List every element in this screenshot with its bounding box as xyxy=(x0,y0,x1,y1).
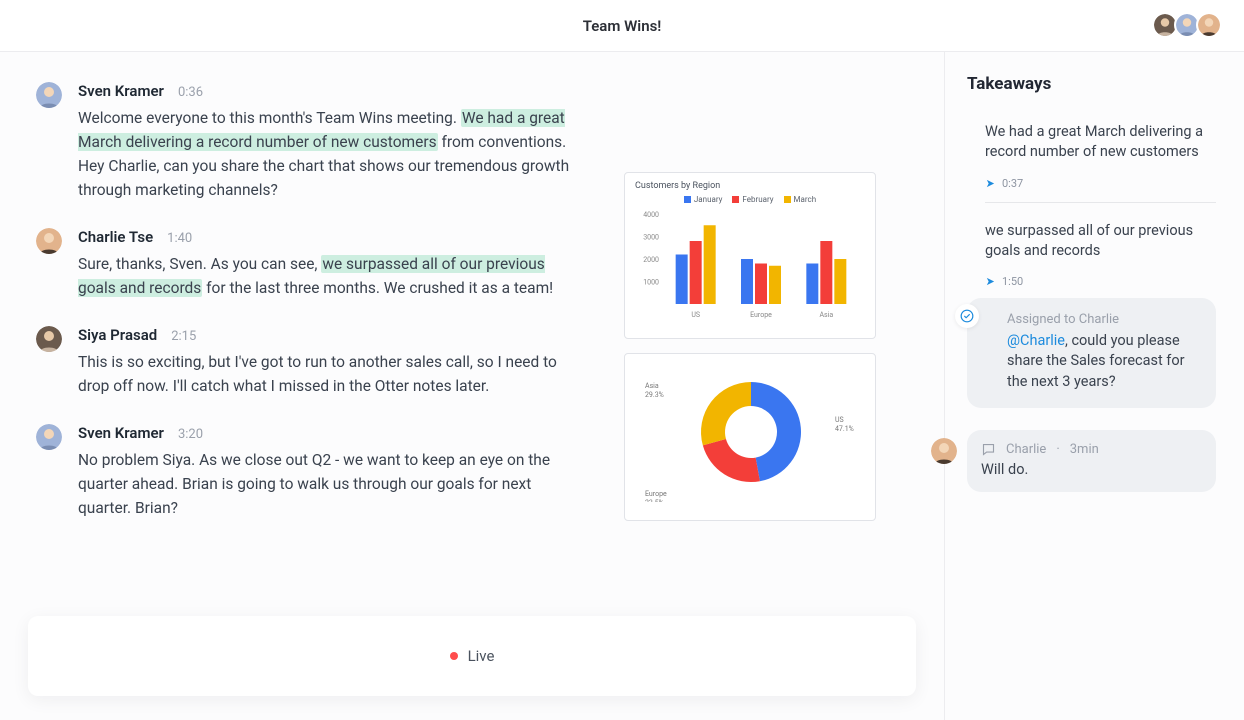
comment-icon xyxy=(981,442,996,457)
svg-text:2000: 2000 xyxy=(643,256,659,264)
record-dot-icon xyxy=(450,652,458,660)
svg-text:Europe: Europe xyxy=(750,311,772,319)
takeaway-meta[interactable]: 0:37 xyxy=(967,177,1216,190)
svg-text:4000: 4000 xyxy=(643,211,659,219)
avatar-charlie[interactable] xyxy=(1196,12,1222,38)
text-segment: for the last three months. We crushed it… xyxy=(202,279,553,297)
svg-text:1000: 1000 xyxy=(643,279,659,287)
timestamp[interactable]: 3:20 xyxy=(178,427,203,442)
donut-chart-card[interactable]: US47.1% Europe23.5% Asia29.3% xyxy=(624,353,876,521)
check-circle-icon xyxy=(955,304,979,328)
timestamp[interactable]: 2:15 xyxy=(171,329,196,344)
bar-chart: 1000 2000 3000 4000 US Europe Asia xyxy=(635,210,865,320)
takeaway-time: 0:37 xyxy=(1002,177,1023,190)
bar-chart-card[interactable]: Customers by Region January February March… xyxy=(624,172,876,339)
svg-text:47.1%: 47.1% xyxy=(835,425,854,433)
legend-swatch xyxy=(684,196,691,203)
speaker-avatar xyxy=(36,82,62,108)
timestamp[interactable]: 0:36 xyxy=(178,85,203,100)
text-segment: No problem Siya. As we close out Q2 - we… xyxy=(78,451,550,517)
mention[interactable]: @Charlie xyxy=(1007,332,1065,349)
takeaway-meta[interactable]: 1:50 xyxy=(967,275,1216,288)
legend-item: January xyxy=(684,195,723,204)
text-segment: This is so exciting, but I've got to run… xyxy=(78,353,557,395)
separator: · xyxy=(1056,442,1059,457)
legend-item: February xyxy=(732,195,773,204)
participant-avatars[interactable] xyxy=(1156,12,1222,38)
legend-item: March xyxy=(784,195,817,204)
legend-swatch xyxy=(784,196,791,203)
message-body: Welcome everyone to this month's Team Wi… xyxy=(78,106,578,202)
speaker-name: Sven Kramer xyxy=(78,82,164,100)
takeaway-text: we surpassed all of our previous goals a… xyxy=(967,221,1216,276)
assigned-task-card[interactable]: Assigned to Charlie @Charlie, could you … xyxy=(967,298,1216,408)
svg-text:Asia: Asia xyxy=(645,382,659,390)
donut-chart: US47.1% Europe23.5% Asia29.3% xyxy=(635,362,867,502)
divider xyxy=(985,202,1216,203)
svg-text:US: US xyxy=(835,416,844,424)
chart-legend: January February March xyxy=(635,195,865,204)
svg-text:3000: 3000 xyxy=(643,234,659,242)
reply-time: 3min xyxy=(1070,442,1099,457)
reply-card[interactable]: Charlie · 3min Will do. xyxy=(967,430,1216,492)
assigned-to-label: Assigned to Charlie xyxy=(1007,312,1198,327)
reply-header: Charlie · 3min xyxy=(981,442,1198,457)
takeaway-time: 1:50 xyxy=(1002,275,1023,288)
message-body: Sure, thanks, Sven. As you can see, we s… xyxy=(78,252,578,300)
chart-title: Customers by Region xyxy=(635,181,865,191)
takeaway-item[interactable]: We had a great March delivering a record… xyxy=(967,122,1216,203)
message-body: No problem Siya. As we close out Q2 - we… xyxy=(78,448,578,520)
speaker-avatar xyxy=(36,228,62,254)
speaker-avatar xyxy=(36,326,62,352)
transcript-message[interactable]: Sven Kramer 0:36 Welcome everyone to thi… xyxy=(78,82,578,202)
svg-text:23.5%: 23.5% xyxy=(645,499,664,502)
message-body: This is so exciting, but I've got to run… xyxy=(78,350,578,398)
svg-text:Europe: Europe xyxy=(645,490,667,498)
takeaways-sidebar: Takeaways We had a great March deliverin… xyxy=(944,52,1244,720)
takeaway-text: We had a great March delivering a record… xyxy=(967,122,1216,177)
svg-text:US: US xyxy=(691,311,700,319)
speaker-name: Sven Kramer xyxy=(78,424,164,442)
assigned-body: @Charlie, could you please share the Sal… xyxy=(1007,331,1198,392)
reply-body: Will do. xyxy=(981,461,1198,478)
reply-avatar xyxy=(931,438,957,464)
takeaways-title: Takeaways xyxy=(967,74,1216,94)
live-label: Live xyxy=(468,647,495,665)
transcript: Sven Kramer 0:36 Welcome everyone to thi… xyxy=(78,82,578,520)
main-panel: Sven Kramer 0:36 Welcome everyone to thi… xyxy=(0,52,944,720)
takeaway-item[interactable]: we surpassed all of our previous goals a… xyxy=(967,221,1216,289)
page-title: Team Wins! xyxy=(583,17,662,35)
transcript-message[interactable]: Sven Kramer 3:20 No problem Siya. As we … xyxy=(78,424,578,520)
charts-column: Customers by Region January February March… xyxy=(624,172,876,535)
transcript-message[interactable]: Siya Prasad 2:15 This is so exciting, bu… xyxy=(78,326,578,398)
speaker-name: Charlie Tse xyxy=(78,228,153,246)
marker-icon xyxy=(985,276,996,287)
takeaways-list: We had a great March delivering a record… xyxy=(967,122,1216,288)
marker-icon xyxy=(985,178,996,189)
text-segment: Welcome everyone to this month's Team Wi… xyxy=(78,109,461,127)
header: Team Wins! xyxy=(0,0,1244,52)
svg-text:Asia: Asia xyxy=(819,311,833,319)
reply-author: Charlie xyxy=(1006,442,1046,457)
live-indicator[interactable]: Live xyxy=(28,616,916,696)
speaker-avatar xyxy=(36,424,62,450)
text-segment: Sure, thanks, Sven. As you can see, xyxy=(78,255,321,273)
legend-swatch xyxy=(732,196,739,203)
svg-text:29.3%: 29.3% xyxy=(645,391,664,399)
speaker-name: Siya Prasad xyxy=(78,326,157,344)
timestamp[interactable]: 1:40 xyxy=(167,231,192,246)
transcript-message[interactable]: Charlie Tse 1:40 Sure, thanks, Sven. As … xyxy=(78,228,578,300)
